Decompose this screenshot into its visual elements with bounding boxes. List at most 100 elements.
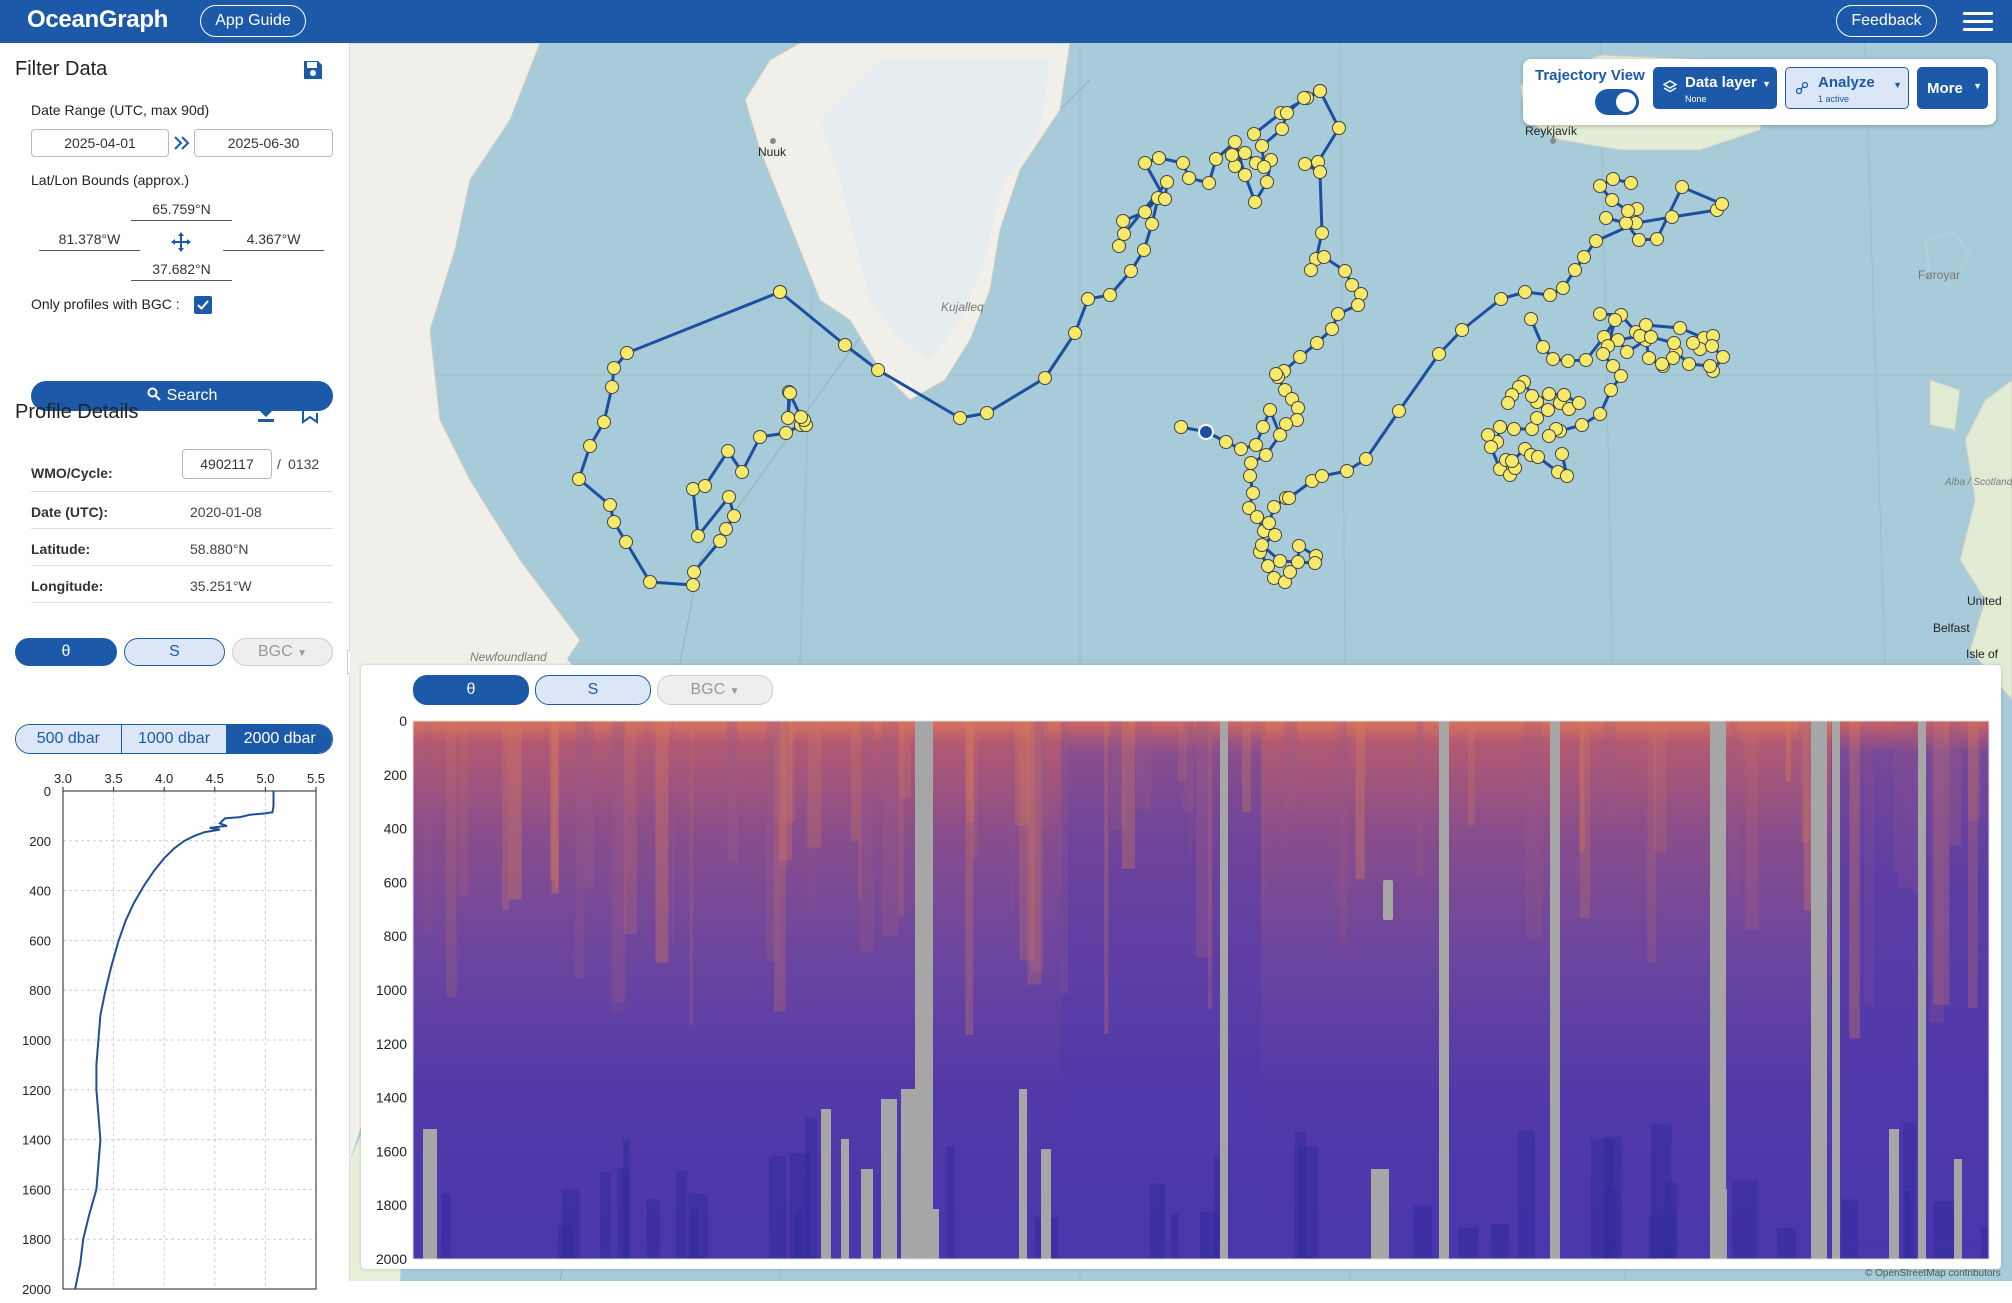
profile-point[interactable]	[1572, 396, 1586, 410]
profile-point[interactable]	[1621, 204, 1635, 218]
profile-point[interactable]	[1494, 292, 1508, 306]
profile-point[interactable]	[1561, 354, 1575, 368]
date-end-input[interactable]: 2025-06-30	[194, 129, 333, 157]
profile-point[interactable]	[1282, 491, 1296, 505]
profile-point[interactable]	[1542, 429, 1556, 443]
profile-point[interactable]	[1682, 357, 1696, 371]
date-start-input[interactable]: 2025-04-01	[31, 129, 169, 157]
profile-point[interactable]	[1392, 404, 1406, 418]
profile-point[interactable]	[1481, 428, 1495, 442]
profile-point[interactable]	[1606, 172, 1620, 186]
profile-point[interactable]	[1145, 217, 1159, 231]
profile-point[interactable]	[1332, 121, 1346, 135]
profile-point[interactable]	[1325, 322, 1339, 336]
profile-point[interactable]	[1686, 336, 1700, 350]
profile-point[interactable]	[1176, 156, 1190, 170]
profile-point[interactable]	[1273, 554, 1287, 568]
profile-point[interactable]	[1219, 435, 1233, 449]
profile-point[interactable]	[691, 529, 705, 543]
profile-point[interactable]	[1248, 195, 1262, 209]
profile-point[interactable]	[1632, 233, 1646, 247]
profile-point[interactable]	[1543, 288, 1557, 302]
profile-point[interactable]	[1525, 389, 1539, 403]
west-bound-input[interactable]: 81.378°W	[39, 229, 140, 251]
profile-point[interactable]	[1038, 371, 1052, 385]
app-logo[interactable]: OceanGraph	[27, 6, 168, 34]
profile-point[interactable]	[1310, 336, 1324, 350]
profile-point[interactable]	[1292, 539, 1306, 553]
profile-point[interactable]	[713, 534, 727, 548]
app-guide-button[interactable]: App Guide	[200, 5, 306, 37]
profile-point[interactable]	[1247, 127, 1261, 141]
profile-point[interactable]	[1530, 411, 1544, 425]
data-layer-dropdown[interactable]: Data layer None ▼	[1653, 67, 1777, 109]
profile-point[interactable]	[1604, 383, 1618, 397]
profile-point[interactable]	[1557, 388, 1571, 402]
profile-point[interactable]	[1138, 156, 1152, 170]
profile-point[interactable]	[1593, 307, 1607, 321]
depth-2000-button[interactable]: 2000 dbar	[227, 725, 332, 753]
profile-point[interactable]	[1589, 234, 1603, 248]
profile-point[interactable]	[1238, 146, 1252, 160]
section-heatmap[interactable]: 0 200 400 600 800 1000 1200 1400 1600 1800 2000	[361, 715, 2001, 1269]
profile-point[interactable]	[1262, 516, 1276, 530]
profile-point[interactable]	[597, 415, 611, 429]
profile-point[interactable]	[1596, 347, 1610, 361]
profile-point[interactable]	[1260, 175, 1274, 189]
profile-point[interactable]	[1715, 197, 1729, 211]
profile-point[interactable]	[583, 439, 597, 453]
profile-point[interactable]	[871, 363, 885, 377]
profile-point[interactable]	[1234, 442, 1248, 456]
profile-point[interactable]	[1293, 350, 1307, 364]
save-icon[interactable]	[301, 58, 325, 82]
profile-point[interactable]	[1174, 420, 1188, 434]
profile-point[interactable]	[1202, 176, 1216, 190]
profile-point[interactable]	[721, 444, 735, 458]
profile-point[interactable]	[1667, 336, 1681, 350]
profile-point[interactable]	[1505, 454, 1519, 468]
profile-point[interactable]	[727, 509, 741, 523]
profile-point[interactable]	[643, 575, 657, 589]
profile-point[interactable]	[1308, 556, 1322, 570]
profile-point[interactable]	[1259, 448, 1273, 462]
profile-point[interactable]	[1579, 353, 1593, 367]
profile-point[interactable]	[1291, 401, 1305, 415]
feedback-button[interactable]: Feedback	[1836, 5, 1937, 37]
section-salinity-toggle[interactable]: S	[535, 675, 651, 705]
profile-point[interactable]	[1644, 330, 1658, 344]
profile-point[interactable]	[1577, 250, 1591, 264]
wmo-input[interactable]: 4902117	[182, 449, 272, 479]
profile-point[interactable]	[1137, 243, 1151, 257]
profile-point[interactable]	[1225, 148, 1239, 162]
profile-point[interactable]	[1249, 438, 1263, 452]
profile-point[interactable]	[1556, 281, 1570, 295]
more-dropdown[interactable]: More ▼	[1917, 67, 1988, 109]
profile-point[interactable]	[1315, 226, 1329, 240]
salinity-toggle[interactable]: S	[124, 638, 225, 666]
theta-toggle[interactable]: θ	[15, 638, 117, 666]
profile-point[interactable]	[1182, 171, 1196, 185]
profile-point[interactable]	[1675, 180, 1689, 194]
profile-point[interactable]	[1673, 321, 1687, 335]
bgc-dropdown[interactable]: BGC ▼	[232, 638, 333, 666]
profile-point[interactable]	[1268, 528, 1282, 542]
depth-1000-button[interactable]: 1000 dbar	[121, 725, 228, 753]
profile-point[interactable]	[1256, 420, 1270, 434]
profile-point[interactable]	[1250, 510, 1264, 524]
profile-point[interactable]	[1560, 469, 1574, 483]
profile-point[interactable]	[1599, 211, 1613, 225]
profile-point[interactable]	[1359, 452, 1373, 466]
profile-point[interactable]	[698, 479, 712, 493]
profile-point[interactable]	[1351, 298, 1365, 312]
profile-point[interactable]	[1703, 359, 1717, 373]
profile-point[interactable]	[779, 426, 793, 440]
profile-point[interactable]	[1243, 469, 1257, 483]
profile-point[interactable]	[687, 565, 701, 579]
profile-point[interactable]	[1081, 292, 1095, 306]
profile-point[interactable]	[1246, 486, 1260, 500]
profile-point[interactable]	[1116, 214, 1130, 228]
profile-point[interactable]	[1152, 151, 1166, 165]
profile-point[interactable]	[1103, 288, 1117, 302]
profile-point[interactable]	[1650, 232, 1664, 246]
profile-point[interactable]	[1455, 323, 1469, 337]
